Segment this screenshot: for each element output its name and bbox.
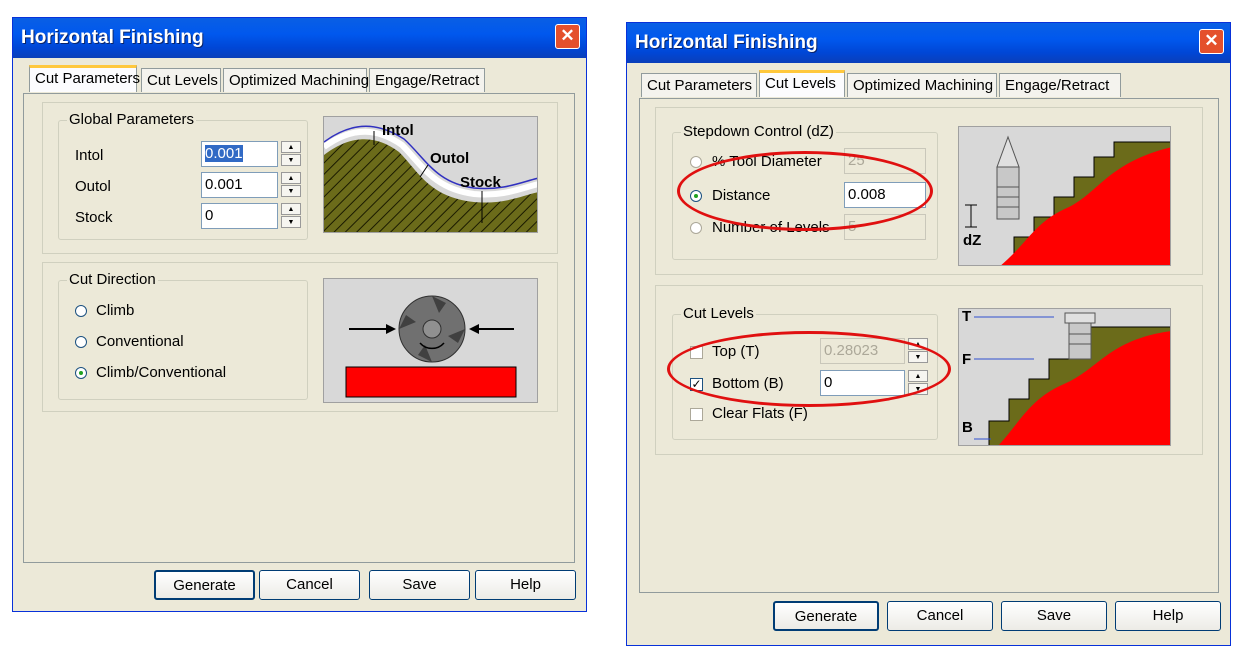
intol-stepper[interactable]: ▲ ▼ xyxy=(281,141,301,167)
diagram-stock-label: Stock xyxy=(460,174,502,191)
tool-diameter-radio[interactable] xyxy=(690,156,702,168)
climb-conventional-radio[interactable] xyxy=(75,367,87,379)
right-generate-button[interactable]: Generate xyxy=(773,601,879,631)
left-save-button[interactable]: Save xyxy=(369,570,470,600)
left-tab-optimized-machining[interactable]: Optimized Machining xyxy=(223,68,369,92)
climb-conventional-label: Climb/Conventional xyxy=(96,364,227,381)
outol-label: Outol xyxy=(75,178,111,195)
left-cut-direction-section: Cut Direction Climb Conventional Climb/C… xyxy=(42,262,558,412)
climb-label: Climb xyxy=(96,302,135,319)
right-tab-cut-parameters[interactable]: Cut Parameters xyxy=(641,73,757,97)
stepdown-control-legend: Stepdown Control (dZ) xyxy=(681,123,836,140)
right-tab-strip: Cut Parameters Cut Levels Optimized Mach… xyxy=(641,70,1201,99)
cut-direction-svg xyxy=(345,295,517,398)
left-tab-cut-levels[interactable]: Cut Levels xyxy=(141,68,221,92)
flat-mill-tool-icon xyxy=(1064,312,1096,360)
cut-levels-diagram: T F B xyxy=(958,308,1171,446)
left-generate-button[interactable]: Generate xyxy=(154,570,255,600)
intol-label: Intol xyxy=(75,147,104,164)
right-titlebar[interactable]: Horizontal Finishing ✕ xyxy=(627,23,1230,63)
diagram-intol-label: Intol xyxy=(382,122,414,139)
cut-direction-diagram xyxy=(323,278,538,403)
right-tab-optimized-machining[interactable]: Optimized Machining xyxy=(847,73,997,97)
climb-radio[interactable] xyxy=(75,305,87,317)
conventional-radio[interactable] xyxy=(75,336,87,348)
cut-levels-legend: Cut Levels xyxy=(681,305,756,322)
right-save-button[interactable]: Save xyxy=(1001,601,1107,631)
left-dialog-title: Horizontal Finishing xyxy=(21,27,204,48)
left-close-icon[interactable]: ✕ xyxy=(555,24,580,49)
intol-value: 0.001 xyxy=(205,145,243,162)
outol-stepper[interactable]: ▲ ▼ xyxy=(281,172,301,198)
stock-block xyxy=(345,366,517,398)
outol-field[interactable]: 0.001 xyxy=(201,172,278,198)
left-tab-cut-parameters[interactable]: Cut Parameters xyxy=(29,65,140,92)
stepdown-diagram-svg: dZ xyxy=(963,135,1170,265)
stepdown-diagram: dZ xyxy=(958,126,1171,266)
left-tab-engage-retract[interactable]: Engage/Retract xyxy=(369,68,485,92)
clear-flats-label: Clear Flats (F) xyxy=(712,405,808,422)
number-of-levels-radio[interactable] xyxy=(690,222,702,234)
stock-field[interactable]: 0 xyxy=(201,203,278,229)
left-tab-strip: Cut Parameters Cut Levels Optimized Mach… xyxy=(29,65,569,94)
global-parameters-legend: Global Parameters xyxy=(67,111,197,128)
intol-field[interactable]: 0.001 xyxy=(201,141,278,167)
right-cancel-button[interactable]: Cancel xyxy=(887,601,993,631)
right-close-icon[interactable]: ✕ xyxy=(1199,29,1224,54)
dz-label: dZ xyxy=(963,232,981,249)
tolerance-diagram: Intol Outol Stock xyxy=(323,116,538,233)
stock-label: Stock xyxy=(75,209,113,226)
distance-highlight-ellipse xyxy=(677,151,933,231)
right-tab-engage-retract[interactable]: Engage/Retract xyxy=(999,73,1121,97)
left-cancel-button[interactable]: Cancel xyxy=(259,570,360,600)
milling-cutter-icon xyxy=(398,295,466,363)
left-dialog: Horizontal Finishing ✕ Cut Parameters Cu… xyxy=(12,17,587,612)
stock-stepper[interactable]: ▲ ▼ xyxy=(281,203,301,229)
conventional-label: Conventional xyxy=(96,333,184,350)
right-tab-cut-levels[interactable]: Cut Levels xyxy=(759,70,845,97)
right-dialog: Horizontal Finishing ✕ Cut Parameters Cu… xyxy=(626,22,1231,646)
red-part xyxy=(1001,147,1170,265)
ball-mill-tool-icon xyxy=(996,135,1020,220)
left-global-section: Global Parameters Intol 0.001 ▲ ▼ Outol 0… xyxy=(42,102,558,254)
diagram-outol-label: Outol xyxy=(430,150,469,167)
f-label: F xyxy=(962,351,971,368)
b-label: B xyxy=(962,419,973,436)
clear-flats-checkbox[interactable] xyxy=(690,408,703,421)
t-label: T xyxy=(962,309,971,325)
left-help-button[interactable]: Help xyxy=(475,570,576,600)
cut-levels-diagram-svg: T F B xyxy=(962,309,1170,445)
cut-direction-legend: Cut Direction xyxy=(67,271,158,288)
tolerance-diagram-svg: Intol Outol Stock xyxy=(324,122,537,232)
right-dialog-title: Horizontal Finishing xyxy=(635,32,818,53)
left-tab-panel: Global Parameters Intol 0.001 ▲ ▼ Outol 0… xyxy=(23,93,575,563)
left-titlebar[interactable]: Horizontal Finishing ✕ xyxy=(13,18,586,58)
bottom-highlight-ellipse xyxy=(667,331,951,407)
right-help-button[interactable]: Help xyxy=(1115,601,1221,631)
